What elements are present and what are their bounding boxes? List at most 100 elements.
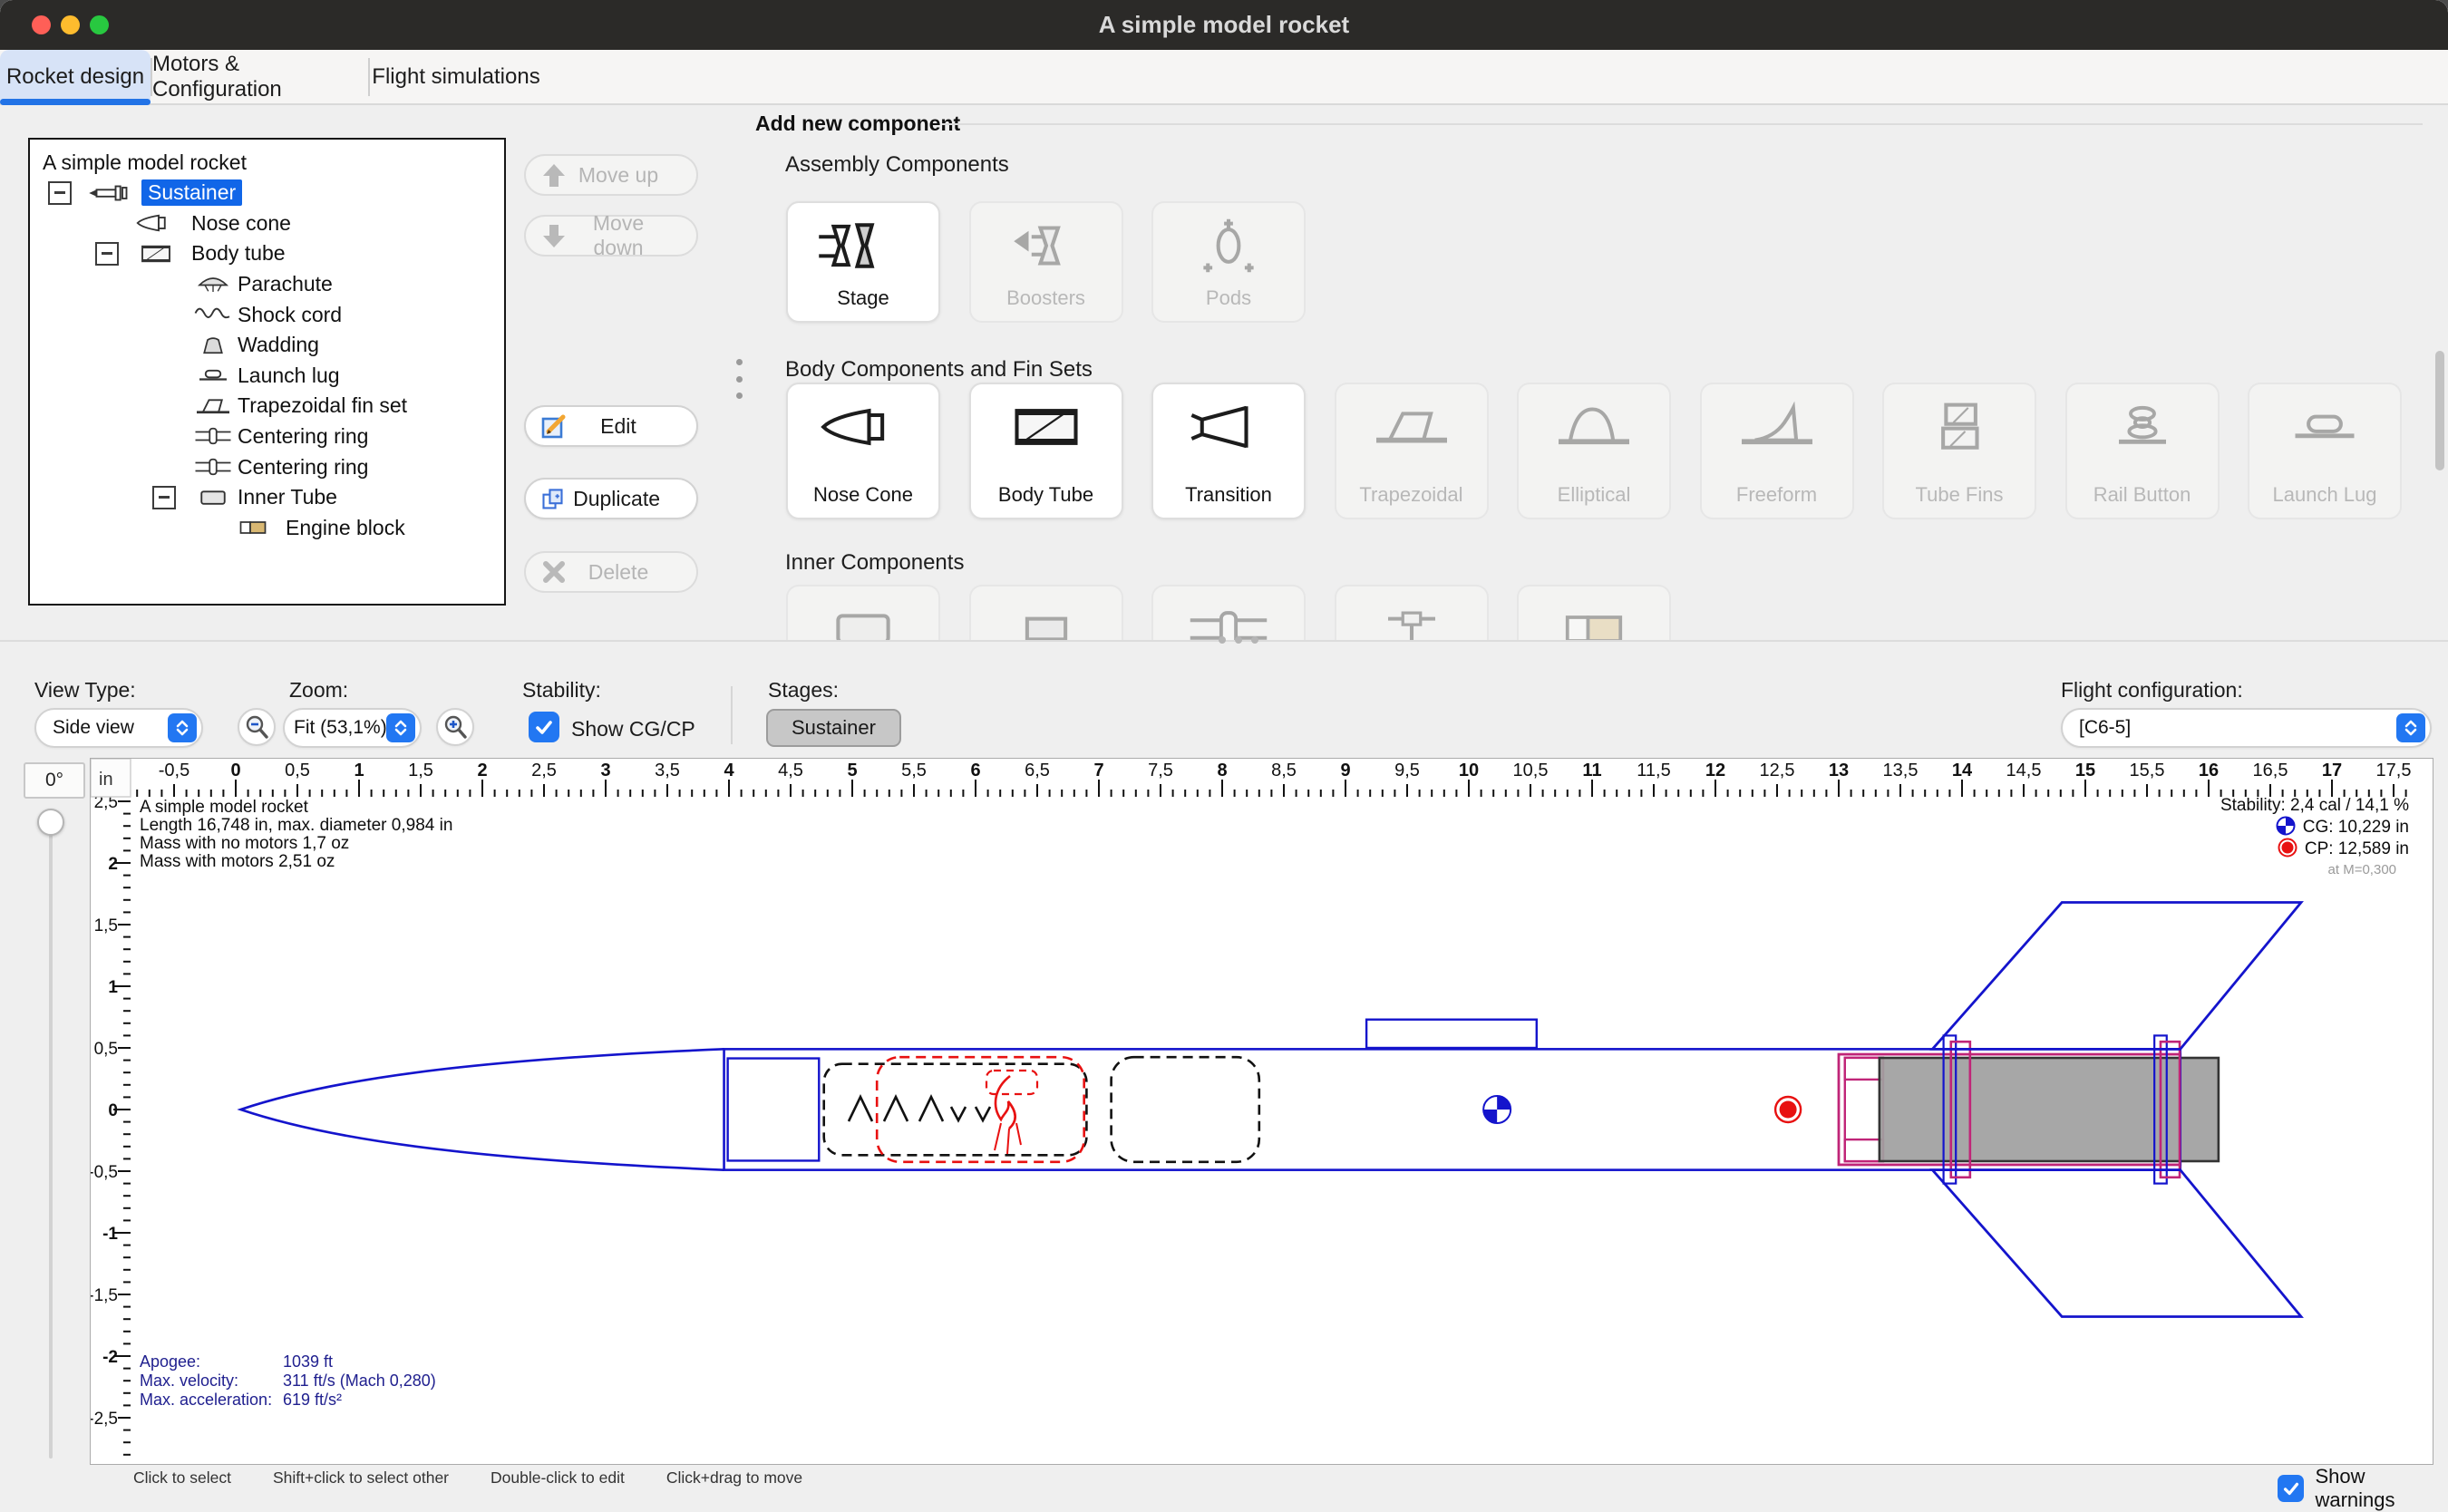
svg-text:-0,5: -0,5 (159, 761, 189, 780)
stability-readout: Stability: 2,4 cal / 14,1 % CG: 10,229 i… (2220, 795, 2409, 880)
tile-coupler (969, 585, 1123, 640)
tree-item-shock-cord[interactable]: Shock cord (185, 301, 342, 328)
tree-collapse-toggle[interactable] (95, 242, 119, 266)
summary-line: A simple model rocket (140, 799, 452, 817)
cg-value-line: CG: 10,229 in (2220, 816, 2409, 838)
title-bar: A simple model rocket (0, 0, 2448, 50)
tree-item-parachute[interactable]: Parachute (185, 270, 333, 297)
flight-configuration-select[interactable]: [C6-5] (2061, 708, 2432, 748)
svg-text:17,5: 17,5 (2376, 761, 2412, 780)
svg-text:13,5: 13,5 (1883, 761, 1919, 780)
tree-item-body-tube[interactable]: Body tube (128, 240, 286, 267)
tree-item-trapezoidal-fin-set[interactable]: Trapezoidal fin set (185, 393, 407, 420)
tab-motors-configuration[interactable]: Motors & Configuration (152, 50, 366, 103)
tree-collapse-toggle[interactable] (152, 486, 176, 509)
tile-freeform: Freeform (1700, 383, 1854, 519)
shockcord-icon (185, 301, 241, 328)
group-label-body-components-and-fin-sets: Body Components and Fin Sets (785, 357, 1093, 383)
tree-item-inner-tube[interactable]: Inner Tube (185, 484, 337, 511)
rocket-summary-text: A simple model rocketLength 16,748 in, m… (140, 799, 452, 871)
button-label: Move up (577, 163, 660, 188)
svg-text:11,5: 11,5 (1637, 761, 1670, 780)
tile-label: Boosters (971, 286, 1122, 310)
tile-tube-fins: Tube Fins (1882, 383, 2036, 519)
flight-label: Apogee: (140, 1352, 283, 1371)
tree-item-wadding[interactable]: Wadding (185, 332, 319, 359)
svg-text:-1: -1 (102, 1225, 118, 1244)
delete-icon (540, 558, 568, 586)
tree-item-sustainer[interactable]: Sustainer (81, 179, 242, 207)
panel-splitter-handle[interactable] (736, 359, 743, 399)
svg-text:1: 1 (354, 761, 364, 780)
zoom-in-button[interactable] (436, 708, 474, 746)
tile-boosters: Boosters (969, 201, 1123, 323)
svg-text:8,5: 8,5 (1271, 761, 1297, 780)
tile-stage[interactable]: Stage (786, 201, 940, 323)
move-up-icon (540, 161, 568, 189)
tile-launch-lug: Launch Lug (2248, 383, 2402, 519)
svg-text:2: 2 (108, 855, 118, 874)
bodytube-icon (128, 240, 184, 267)
tile-nose-cone[interactable]: Nose Cone (786, 383, 940, 519)
zoom-level-select[interactable]: Fit (53,1%) (283, 708, 422, 748)
tile-body-tube[interactable]: Body Tube (969, 383, 1123, 519)
svg-text:2,5: 2,5 (531, 761, 557, 780)
add-panel-scrollbar[interactable] (2435, 113, 2444, 635)
svg-text:in: in (99, 770, 113, 790)
launchlug-icon (2278, 397, 2372, 457)
tree-item-label: Parachute (238, 272, 333, 296)
svg-text:2: 2 (477, 761, 487, 780)
tile-transition[interactable]: Transition (1151, 383, 1306, 519)
tile-label: Trapezoidal (1336, 483, 1487, 507)
tile-label: Tube Fins (1884, 483, 2035, 507)
centeringring-icon (185, 453, 241, 480)
hint-text: Click+drag to move (666, 1468, 802, 1487)
horizontal-splitter-handle[interactable] (1219, 635, 1258, 645)
cp-icon (2278, 838, 2297, 858)
show-cgcp-checkbox[interactable] (529, 712, 559, 742)
flight-configuration-value: [C6-5] (2063, 717, 2396, 739)
show-warnings-checkbox[interactable] (2278, 1475, 2304, 1502)
bodytube-icon (999, 397, 1093, 457)
edit-button[interactable]: Edit (524, 405, 698, 447)
svg-text:-1,5: -1,5 (91, 1286, 118, 1305)
tree-item-launch-lug[interactable]: Launch lug (185, 362, 340, 389)
transition-icon (1181, 397, 1276, 457)
svg-text:0: 0 (230, 761, 240, 780)
tile-elliptical: Elliptical (1517, 383, 1671, 519)
rocket-canvas[interactable]: -2,5-2-1,5-1-0,500,511,522,5-0,500,511,5… (90, 758, 2433, 1465)
scrollbar-thumb[interactable] (2435, 351, 2444, 470)
stage-toggle-sustainer[interactable]: Sustainer (766, 709, 901, 747)
tab-rocket-design[interactable]: Rocket design (0, 50, 151, 103)
tree-item-nose-cone[interactable]: Nose cone (128, 209, 291, 237)
tree-item-centering-ring[interactable]: Centering ring (185, 422, 368, 450)
svg-text:5: 5 (847, 761, 857, 780)
svg-text:0: 0 (108, 1101, 118, 1120)
move-down-button: Move down (524, 215, 698, 257)
view-type-select[interactable]: Side view (34, 708, 203, 748)
tab-flight-simulations[interactable]: Flight simulations (370, 50, 542, 103)
tab-label: Rocket design (6, 64, 144, 90)
tree-collapse-toggle[interactable] (48, 181, 72, 205)
component-tree[interactable]: A simple model rocket Sustainer Nose cone B… (28, 138, 506, 606)
rotation-slider-knob[interactable] (37, 809, 64, 836)
button-label: Delete (577, 560, 660, 585)
svg-text:11: 11 (1582, 761, 1601, 780)
tree-item-label: Centering ring (238, 424, 368, 449)
tile-label: Stage (788, 286, 938, 310)
rotation-slider-track[interactable] (49, 809, 53, 1459)
stability-value: Stability: 2,4 cal / 14,1 % (2220, 795, 2409, 816)
duplicate-button[interactable]: Duplicate (524, 478, 698, 519)
duplicate-icon (540, 485, 564, 512)
wadding-icon (185, 332, 241, 359)
view-type-value: Side view (36, 717, 168, 739)
svg-text:14: 14 (1952, 761, 1973, 780)
flight-estimates: Apogee:1039 ftMax. velocity:311 ft/s (Ma… (140, 1352, 436, 1410)
tree-item-label: Nose cone (191, 211, 291, 236)
svg-text:4: 4 (724, 761, 734, 780)
tree-item-centering-ring[interactable]: Centering ring (185, 453, 368, 480)
svg-text:1,5: 1,5 (94, 916, 118, 935)
tree-item-engine-block[interactable]: Engine block (225, 514, 405, 541)
tree-item-a-simple-model-rocket[interactable]: A simple model rocket (43, 149, 247, 176)
zoom-out-button[interactable] (238, 708, 276, 746)
